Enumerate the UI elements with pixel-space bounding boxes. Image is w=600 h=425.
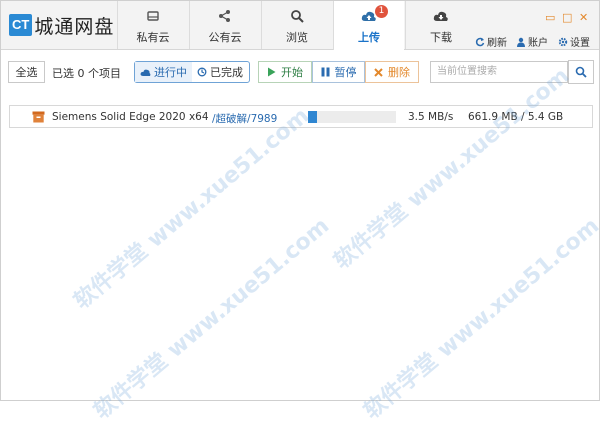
start-button[interactable]: 开始 [258,61,312,83]
tab-public-cloud[interactable]: 公有云 [189,1,260,49]
filter-in-progress[interactable]: 进行中 [135,62,192,82]
search-icon [575,66,587,78]
table-row[interactable]: Siemens Solid Edge 2020 x64 SS /超破解/7989… [9,105,593,128]
history-icon [197,67,207,77]
select-all-button[interactable]: 全选 [8,61,45,83]
pause-label: 暂停 [334,66,357,79]
tab-upload[interactable]: 上传 1 [333,1,404,50]
tab-label: 私有云 [136,31,170,44]
maximize-button[interactable]: □ [562,11,572,24]
tab-browse[interactable]: 浏览 [261,1,332,49]
minimize-button[interactable]: ▭ [545,11,555,24]
upload-count-badge: 1 [375,5,388,18]
pause-button[interactable]: 暂停 [312,61,365,83]
refresh-icon [475,37,485,46]
filter-completed-label: 已完成 [210,66,243,79]
search-button[interactable] [568,60,594,84]
transfer-size: 661.9 MB / 5.4 GB [468,111,564,123]
refresh-label: 刷新 [487,38,507,49]
cloud-upload-icon [334,9,404,25]
file-path: /超破解/7989 [212,113,278,125]
filter-in-progress-label: 进行中 [154,66,187,79]
search-input[interactable]: 当前位置搜索 [430,61,568,83]
tab-label: 公有云 [208,31,242,44]
close-icon [374,67,383,77]
select-all-label: 全选 [15,66,38,79]
share-icon [190,9,260,25]
refresh-link[interactable]: 刷新 [475,34,507,49]
selected-count: 已选 0 个项目 [52,67,121,80]
close-button[interactable]: ✕ [579,11,588,24]
header-bar: CT 城通网盘 私有云 公有云 浏览 上传 1 下载 ▭ □ ✕ 刷新 账户 设… [1,1,599,50]
settings-label: 设置 [570,38,590,49]
drive-icon [118,9,188,25]
cloud-icon [140,69,151,76]
box-icon [32,111,45,126]
tab-private-cloud[interactable]: 私有云 [117,1,188,49]
watermark: 软件学堂 www.xue51.com [89,213,335,425]
delete-button[interactable]: 删除 [365,61,419,83]
delete-label: 删除 [388,66,410,79]
watermark: 软件学堂 www.xue51.com [329,63,575,275]
app-window: CT 城通网盘 私有云 公有云 浏览 上传 1 下载 ▭ □ ✕ 刷新 账户 设… [0,0,600,424]
file-name: Siemens Solid Edge 2020 x64 SS [52,111,208,123]
logo-badge: CT [9,14,33,36]
tab-label: 下载 [430,31,452,44]
filter-completed[interactable]: 已完成 [192,62,248,82]
status-filter: 进行中 已完成 [134,61,250,83]
tab-label: 浏览 [286,31,308,44]
user-icon [517,37,525,47]
account-label: 账户 [528,38,548,49]
progress-bar [308,111,396,123]
settings-link[interactable]: 设置 [558,34,590,49]
tab-label: 上传 [358,31,380,44]
watermark: 软件学堂 www.xue51.com [69,103,315,315]
pause-icon [321,67,329,77]
logo-text: 城通网盘 [34,15,115,38]
play-icon [268,67,276,77]
progress-fill [308,111,317,123]
tab-download[interactable]: 下载 [405,1,476,49]
transfer-speed: 3.5 MB/s [408,111,454,123]
app-logo: CT 城通网盘 [9,13,115,38]
account-link[interactable]: 账户 [516,34,548,49]
watermark: 软件学堂 www.xue51.com [359,213,600,425]
cloud-download-icon [406,9,476,25]
search-icon [262,9,332,25]
gear-icon [558,37,568,46]
start-label: 开始 [281,66,303,79]
